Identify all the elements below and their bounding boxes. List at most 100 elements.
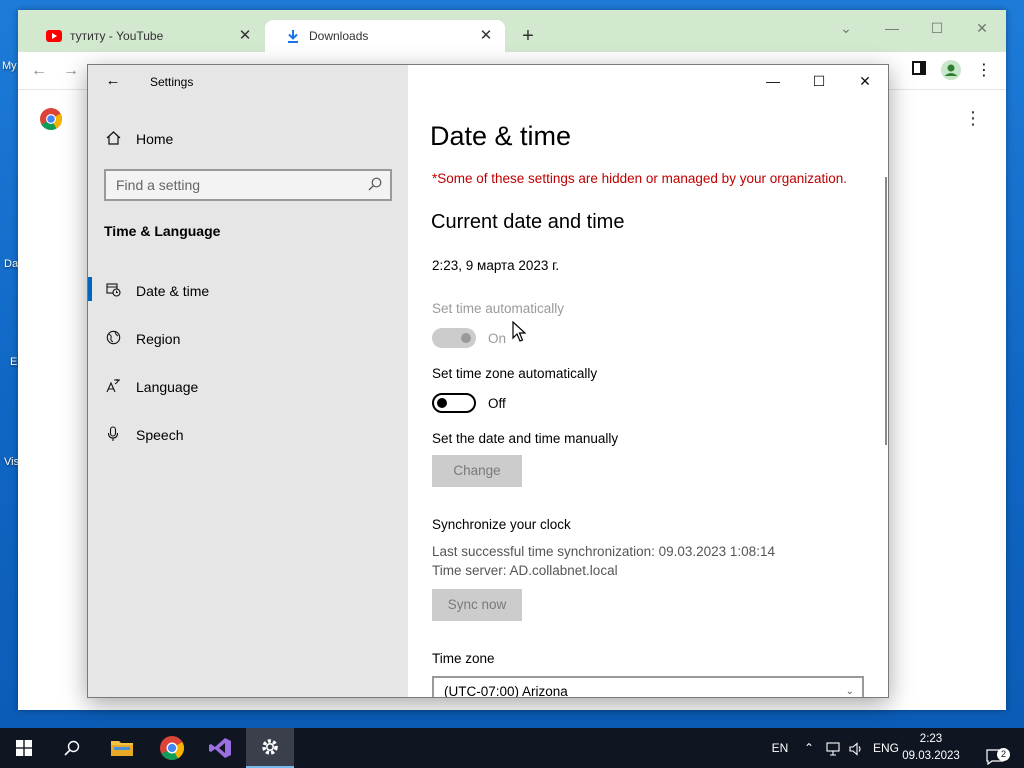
desktop-label[interactable]: Da [4, 258, 18, 270]
clock-time: 2:23 [919, 733, 943, 745]
start-button[interactable] [0, 728, 48, 768]
close-button[interactable]: ✕ [968, 16, 996, 40]
notifications-button[interactable]: 2 [978, 728, 1012, 768]
chrome-icon [160, 736, 184, 760]
settings-window: ← Settings Home Time & Language Date & t… [87, 64, 889, 698]
desktop-label[interactable]: My [2, 60, 17, 72]
nav-home-label: Home [136, 131, 174, 147]
file-explorer-icon [111, 741, 133, 756]
side-panel-icon[interactable] [908, 60, 930, 82]
clock-date: 09.03.2023 [902, 750, 960, 762]
notification-count: 2 [997, 747, 1010, 761]
auto-zone-label: Set time zone automatically [432, 366, 598, 381]
time-zone-dropdown[interactable]: (UTC-07:00) Arizona ⌄ [432, 676, 864, 698]
close-tab-icon[interactable]: ✕ [236, 27, 254, 45]
clock-calendar-icon [104, 282, 122, 300]
tab-search-icon[interactable]: ⌄ [832, 16, 860, 40]
page-title: Date & time [430, 121, 572, 151]
youtube-icon [46, 28, 62, 44]
auto-zone-state: Off [488, 396, 506, 411]
chevron-down-icon: ⌄ [845, 686, 854, 697]
search-input[interactable] [116, 177, 356, 193]
nav-item-region[interactable]: Region [104, 327, 180, 351]
nav-item-speech[interactable]: Speech [104, 423, 183, 447]
back-arrow-icon[interactable]: ← [102, 70, 124, 92]
globe-icon [104, 330, 122, 348]
chrome-titlebar: тутиту - YouTube ✕ Downloads ✕ + ⌄ — ☐ ✕ [18, 10, 1006, 52]
desktop-label[interactable]: E [10, 356, 17, 368]
time-server-text: Time server: AD.collabnet.local [432, 563, 618, 578]
change-button: Change [432, 455, 522, 487]
profile-avatar[interactable] [940, 60, 962, 82]
desktop-label[interactable]: Vis [4, 456, 19, 468]
notification-icon: 2 [986, 741, 1010, 766]
mouse-cursor-icon [512, 320, 527, 343]
taskbar: EN ⌃ ENG 2:23 09.03.2023 2 [0, 728, 1024, 768]
close-tab-icon[interactable]: ✕ [477, 27, 495, 45]
time-zone-label: Time zone [432, 651, 495, 666]
home-icon [104, 130, 122, 148]
chrome-logo-icon [40, 108, 62, 135]
auto-zone-toggle[interactable] [432, 393, 476, 413]
org-policy-note: *Some of these settings are hidden or ma… [432, 171, 848, 186]
settings-nav-pane: ← Settings Home Time & Language Date & t… [88, 65, 408, 697]
taskbar-clock[interactable]: 2:23 09.03.2023 [896, 731, 966, 765]
back-button[interactable]: ← [28, 60, 50, 82]
maximize-button[interactable]: ☐ [923, 16, 951, 40]
sync-now-button: Sync now [432, 589, 522, 621]
auto-time-label: Set time automatically [432, 301, 565, 316]
nav-item-label: Region [136, 331, 181, 347]
find-setting-search[interactable] [104, 169, 392, 201]
tab-label: тутиту - YouTube [70, 29, 164, 43]
start-icon [16, 740, 32, 756]
tab-downloads[interactable]: Downloads ✕ [265, 20, 505, 52]
auto-time-toggle [432, 328, 476, 348]
current-date-heading: Current date and time [431, 211, 625, 233]
minimize-button[interactable]: — [758, 69, 788, 93]
nav-item-language[interactable]: Language [104, 375, 198, 399]
volume-icon[interactable] [846, 728, 866, 768]
nav-section-title: Time & Language [104, 223, 221, 239]
file-explorer-button[interactable] [98, 728, 146, 768]
nav-home[interactable]: Home [104, 127, 173, 151]
scrollbar[interactable] [885, 177, 887, 445]
nav-item-label: Date & time [136, 283, 210, 299]
input-language-en[interactable]: EN [766, 728, 794, 768]
forward-button[interactable]: → [60, 60, 82, 82]
last-sync-text: Last successful time synchronization: 09… [432, 544, 775, 559]
settings-icon [262, 739, 278, 755]
manual-label: Set the date and time manually [432, 431, 619, 446]
maximize-button[interactable]: ☐ [804, 69, 834, 93]
sync-heading: Synchronize your clock [432, 517, 571, 532]
visual-studio-icon [209, 738, 231, 758]
selected-indicator [88, 277, 92, 301]
nav-item-date-time[interactable]: Date & time [104, 279, 209, 303]
network-icon[interactable] [822, 728, 844, 768]
download-icon [285, 28, 301, 44]
window-title: Settings [150, 75, 194, 89]
taskbar-search-button[interactable] [48, 728, 96, 768]
visual-studio-button[interactable] [196, 728, 244, 768]
auto-time-state: On [488, 331, 507, 346]
settings-content-pane: — ☐ ✕ Date & time *Some of these setting… [408, 65, 888, 697]
search-icon [64, 740, 80, 756]
tab-youtube[interactable]: тутиту - YouTube ✕ [26, 20, 264, 52]
close-button[interactable]: ✕ [850, 69, 880, 93]
settings-taskbar-button[interactable] [246, 728, 294, 768]
page-menu-icon[interactable]: ⋮ [964, 108, 982, 129]
microphone-icon [104, 425, 122, 445]
time-zone-value: (UTC-07:00) Arizona [444, 684, 568, 698]
tab-label: Downloads [309, 29, 369, 43]
new-tab-button[interactable]: + [516, 24, 540, 48]
search-icon[interactable] [368, 177, 382, 191]
nav-item-label: Speech [136, 427, 184, 443]
chevron-up-icon[interactable]: ⌃ [800, 728, 818, 768]
chrome-taskbar-button[interactable] [148, 728, 196, 768]
language-icon [104, 378, 122, 396]
nav-item-label: Language [136, 379, 199, 395]
toggle-knob [437, 398, 447, 408]
current-date-value: 2:23, 9 марта 2023 г. [432, 258, 560, 273]
minimize-button[interactable]: — [878, 16, 906, 40]
chrome-menu-icon[interactable]: ⋮ [973, 60, 995, 82]
toggle-knob [461, 333, 471, 343]
